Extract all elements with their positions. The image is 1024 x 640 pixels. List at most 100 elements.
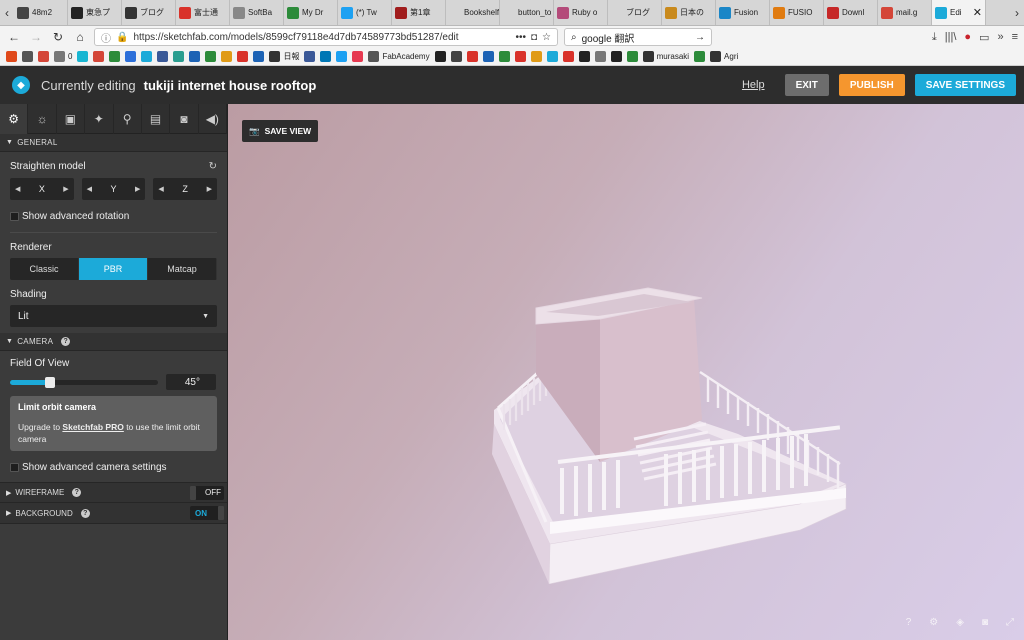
bookmark-item[interactable] (205, 51, 217, 62)
arrow-left-icon[interactable]: ◀ (15, 185, 20, 193)
shading-select[interactable]: Lit ▼ (10, 305, 217, 327)
wand-icon[interactable]: ✦ (85, 104, 114, 134)
bookmark-item[interactable] (22, 51, 33, 62)
forward-icon[interactable]: → (28, 29, 44, 45)
bookmark-star-icon[interactable]: ☆ (542, 32, 551, 43)
bookmark-item[interactable]: murasaki (642, 51, 689, 62)
browser-tab[interactable]: My Dr (284, 0, 338, 25)
bookmark-item[interactable] (562, 51, 574, 62)
advanced-rotation-checkbox[interactable] (10, 211, 19, 221)
help-icon[interactable]: ? (72, 488, 82, 497)
info-icon[interactable]: ⓘ (101, 30, 111, 45)
bookmark-item[interactable] (125, 51, 137, 62)
browser-tab[interactable]: 第1章 (392, 0, 446, 25)
renderer-pbr-button[interactable]: PBR (79, 258, 148, 280)
sidebar-icon[interactable]: ▭ (979, 31, 989, 44)
rotate-x-control[interactable]: ◀ X ▶ (10, 178, 74, 200)
browser-tab[interactable]: 日本の (662, 0, 716, 25)
browser-tab[interactable]: 富士通 (176, 0, 230, 25)
publish-button[interactable]: PUBLISH (838, 74, 905, 96)
browser-tab[interactable]: Ruby o (554, 0, 608, 25)
browser-tab[interactable]: Edi ✕ (932, 0, 986, 25)
rotate-z-control[interactable]: ◀ Z ▶ (153, 178, 218, 200)
bookmark-item[interactable] (189, 51, 201, 62)
vr-icon[interactable]: ◙ (170, 104, 199, 134)
help-icon[interactable]: ? (61, 337, 71, 346)
downloads-icon[interactable]: ⤓ (932, 31, 937, 44)
menu-icon[interactable]: ≡ (1012, 31, 1018, 44)
back-icon[interactable]: ← (6, 29, 22, 45)
close-tab-icon[interactable]: ✕ (973, 6, 982, 19)
wireframe-toggle[interactable]: OFF (190, 485, 224, 500)
pocket-icon[interactable]: ◘ (531, 32, 537, 43)
save-view-button[interactable]: 📷 SAVE VIEW (242, 120, 319, 142)
arrow-right-icon[interactable]: ▶ (63, 185, 68, 193)
tab-scroll-left-icon[interactable]: ‹ (0, 0, 14, 25)
advanced-camera-checkbox[interactable] (10, 462, 19, 472)
browser-tab[interactable]: ブログ (608, 0, 662, 25)
bookmark-item[interactable] (482, 51, 494, 62)
bookmark-item[interactable] (466, 51, 478, 62)
wireframe-section-header[interactable]: ▶ WIREFRAME ? OFF (0, 482, 227, 503)
browser-tab[interactable]: Fusion (716, 0, 770, 25)
renderer-matcap-button[interactable]: Matcap (148, 258, 217, 280)
bookmark-item[interactable] (109, 51, 121, 62)
browser-tab[interactable]: button_to (500, 0, 554, 25)
save-settings-button[interactable]: SAVE SETTINGS (914, 74, 1016, 96)
arrow-left-icon[interactable]: ◀ (158, 185, 163, 193)
film-icon[interactable]: ▤ (142, 104, 171, 134)
browser-tab[interactable]: ブログ (122, 0, 176, 25)
arrow-right-icon[interactable]: ▶ (135, 185, 140, 193)
renderer-classic-button[interactable]: Classic (10, 258, 79, 280)
background-section-header[interactable]: ▶ BACKGROUND ? ON (0, 503, 227, 524)
bookmark-item[interactable] (498, 51, 510, 62)
url-bar[interactable]: ⓘ 🔒 https://sketchfab.com/models/8599cf7… (94, 28, 558, 46)
bookmark-item[interactable] (77, 51, 89, 62)
browser-tab[interactable]: (*) Tw (338, 0, 392, 25)
vr-icon[interactable]: ◙ (982, 617, 988, 628)
library-icon[interactable]: |||\ (945, 31, 957, 44)
search-input[interactable]: google 翻訳 (582, 30, 690, 45)
background-toggle[interactable]: ON (190, 506, 224, 520)
bookmark-item[interactable] (434, 51, 446, 62)
bookmark-item[interactable] (626, 51, 638, 62)
help-link[interactable]: Help (742, 79, 765, 91)
bookmark-item[interactable] (221, 51, 233, 62)
bookmark-item[interactable] (173, 51, 185, 62)
bookmark-item[interactable] (530, 51, 542, 62)
bookmark-item[interactable]: 日報 (269, 51, 299, 62)
fullscreen-icon[interactable]: ⤢ (1006, 617, 1014, 628)
gear-icon[interactable]: ⚙ (0, 104, 29, 134)
bookmark-item[interactable] (6, 51, 17, 62)
browser-tab[interactable]: 48m2 (14, 0, 68, 25)
bookmark-item[interactable] (38, 51, 49, 62)
search-go-icon[interactable]: → (695, 32, 705, 43)
page-actions-icon[interactable]: ••• (515, 32, 526, 43)
arrow-left-icon[interactable]: ◀ (87, 185, 92, 193)
bookmark-item[interactable]: Agri (710, 51, 738, 62)
help-icon[interactable]: ? (906, 617, 912, 628)
3d-viewport[interactable]: 📷 SAVE VIEW ? ⚙ ◈ ◙ ⤢ (228, 104, 1024, 640)
bookmark-item[interactable]: 0 (54, 51, 72, 62)
advanced-camera-checkbox-row[interactable]: Show advanced camera settings (10, 460, 217, 474)
bookmark-item[interactable] (304, 51, 316, 62)
bookmark-item[interactable] (352, 51, 364, 62)
bookmark-item[interactable] (694, 51, 706, 62)
bookmark-item[interactable] (546, 51, 558, 62)
browser-tab[interactable]: Downl (824, 0, 878, 25)
settings-icon[interactable]: ⚙ (929, 617, 938, 628)
browser-tab[interactable]: SoftBa (230, 0, 284, 25)
bookmark-item[interactable] (141, 51, 153, 62)
bookmark-item[interactable] (610, 51, 622, 62)
help-icon[interactable]: ? (80, 508, 90, 518)
general-section-header[interactable]: ▼ GENERAL (0, 134, 227, 152)
bookmark-item[interactable] (253, 51, 265, 62)
camera-section-header[interactable]: ▼ CAMERA ? (0, 333, 227, 351)
light-icon[interactable]: ☼ (28, 104, 57, 134)
pinterest-icon[interactable]: ● (964, 31, 971, 44)
search-box[interactable]: ⌕ google 翻訳 → (564, 28, 712, 46)
advanced-rotation-checkbox-row[interactable]: Show advanced rotation (10, 209, 217, 223)
reload-icon[interactable]: ↻ (50, 29, 66, 45)
browser-tab[interactable]: mail.g (878, 0, 932, 25)
browser-tab[interactable]: Bookshelf (446, 0, 500, 25)
